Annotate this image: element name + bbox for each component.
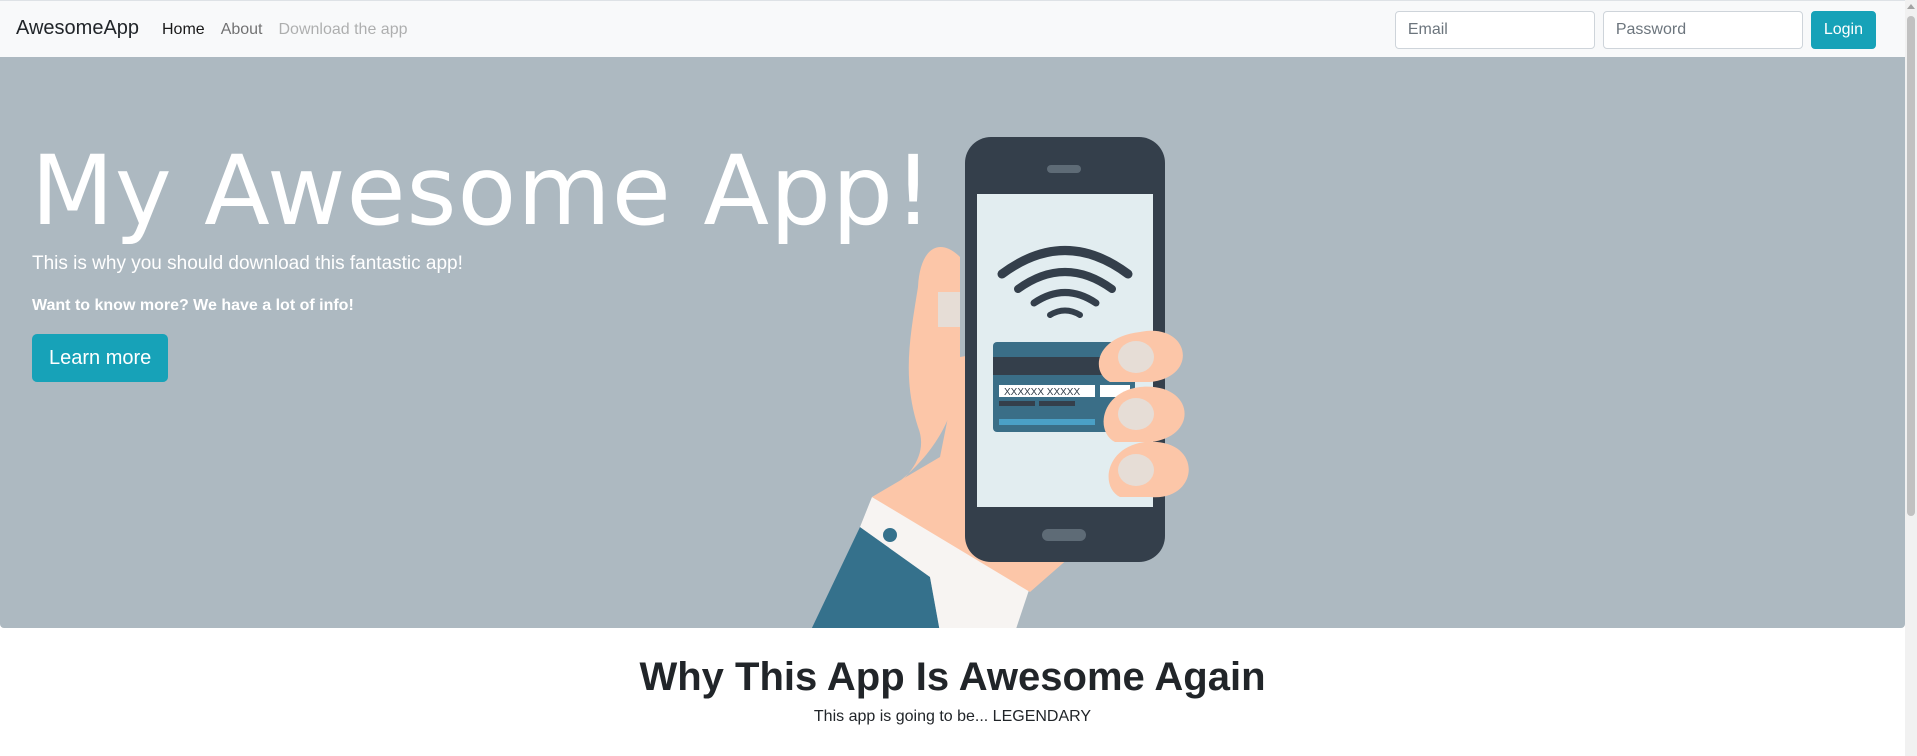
brand-link[interactable]: AwesomeApp — [16, 17, 139, 40]
hero-jumbotron: My Awesome App! This is why you should d… — [0, 57, 1905, 628]
learn-more-button[interactable]: Learn more — [32, 334, 169, 382]
page-scrollbar[interactable] — [1905, 0, 1917, 756]
nav-link-about[interactable]: About — [221, 21, 263, 39]
features-title: Why This App Is Awesome Again — [639, 655, 1266, 699]
password-input[interactable] — [1602, 11, 1803, 49]
hero-title: My Awesome App! — [31, 135, 934, 247]
nav-link-download: Download the app — [278, 21, 408, 38]
nav-links: Home About Download the app — [162, 21, 423, 39]
card-number-text: XXXXXX XXXXX — [1004, 387, 1080, 398]
nav-link-home[interactable]: Home — [162, 21, 205, 39]
login-form: Login — [1394, 11, 1876, 49]
features-section: Why This App Is Awesome Again This app i… — [0, 655, 1905, 726]
scrollbar-thumb[interactable] — [1907, 16, 1915, 516]
email-input[interactable] — [1394, 11, 1595, 49]
navbar: AwesomeApp Home About Download the app L… — [0, 0, 1905, 57]
hero-more-info: Want to know more? We have a lot of info… — [32, 297, 354, 314]
scroll-up-arrow-icon[interactable] — [1907, 4, 1915, 9]
login-button[interactable]: Login — [1810, 11, 1876, 49]
hero-lead: This is why you should download this fan… — [32, 253, 463, 274]
features-subtitle: This app is going to be... LEGENDARY — [813, 708, 1092, 725]
phone-in-hand-illustration: XXXXXX XXXXX — [811, 137, 1189, 628]
